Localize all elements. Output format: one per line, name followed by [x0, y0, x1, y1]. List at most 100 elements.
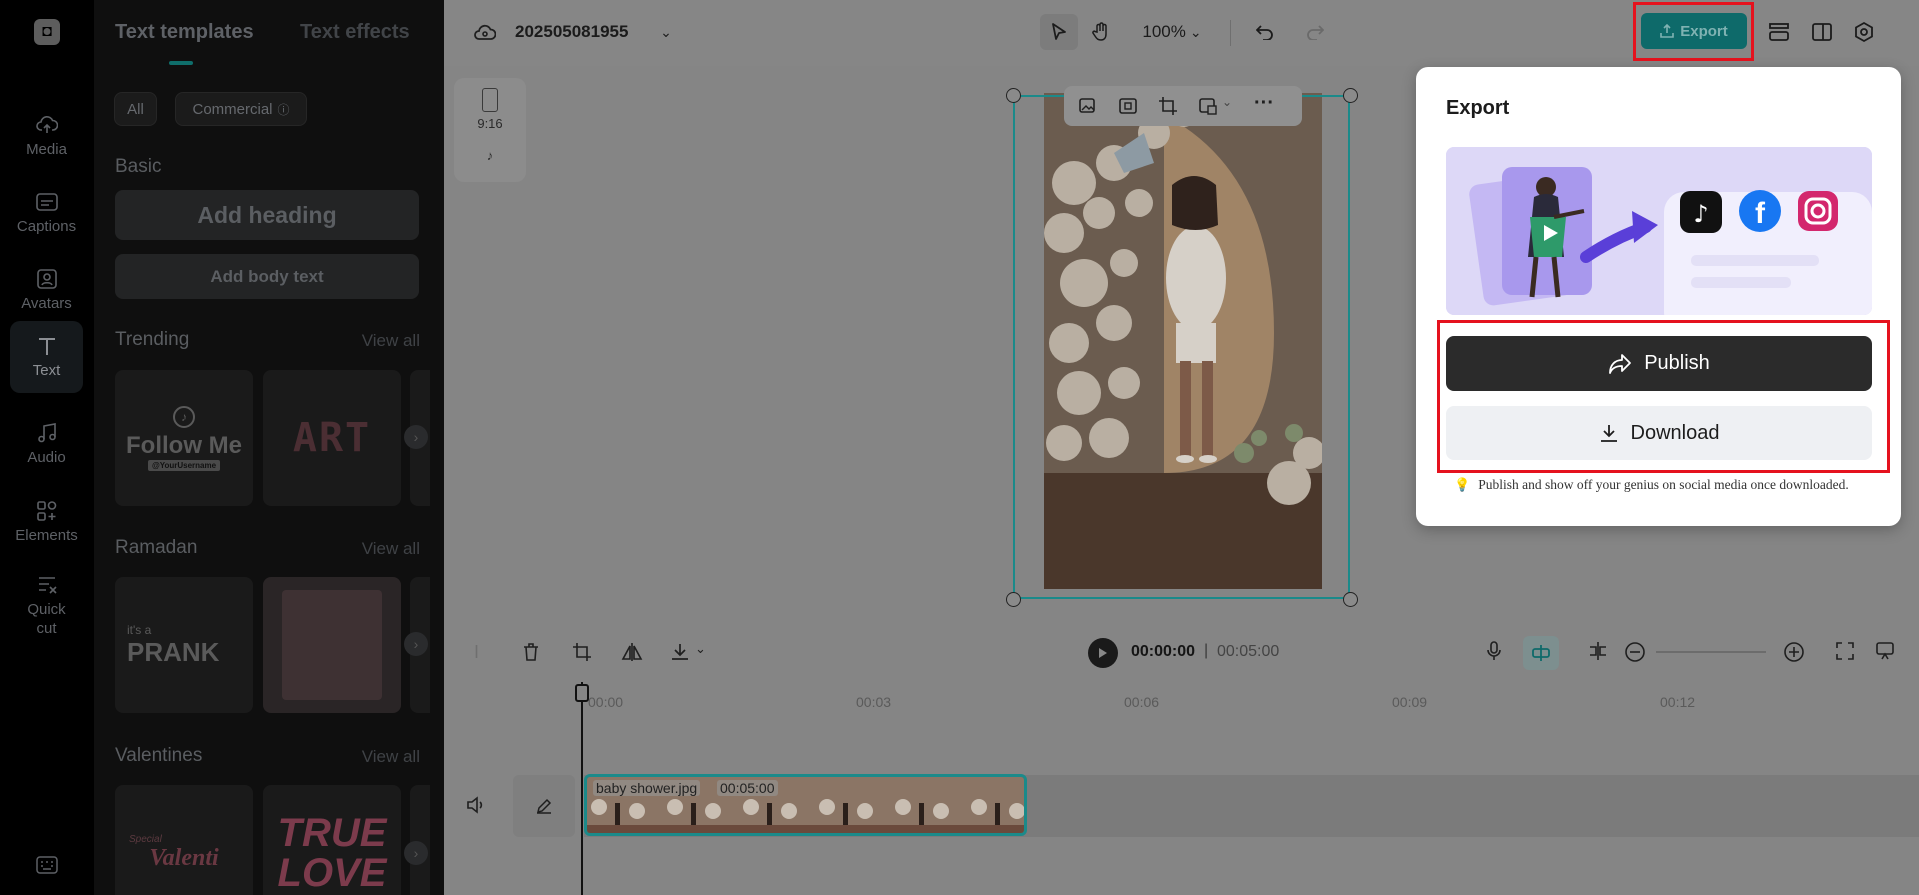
- template-card-prank[interactable]: it's a PRANK: [115, 577, 253, 713]
- phone-ratio-icon: [482, 88, 498, 112]
- trending-next-button[interactable]: ›: [404, 425, 428, 449]
- rail-item-captions[interactable]: Captions: [10, 177, 83, 249]
- rail-label-captions: Captions: [16, 218, 77, 235]
- elements-icon: [35, 499, 59, 523]
- template-text-valentine: Valenti: [149, 845, 219, 871]
- zoom-out-icon[interactable]: [1624, 641, 1646, 663]
- view-all-trending-link[interactable]: View all: [362, 331, 420, 351]
- playhead[interactable]: [581, 682, 583, 895]
- ramadan-next-button[interactable]: ›: [404, 632, 428, 656]
- export-button-highlight: [1633, 2, 1754, 61]
- microphone-icon[interactable]: [1486, 641, 1506, 663]
- publish-download-highlight: [1437, 320, 1890, 473]
- toolbar-divider: [1230, 20, 1231, 46]
- split-view-icon[interactable]: [1587, 641, 1609, 663]
- template-card-art[interactable]: ART: [263, 370, 401, 506]
- rail-label-audio: Audio: [27, 449, 66, 466]
- layers-button[interactable]: [1764, 16, 1794, 48]
- playhead-handle[interactable]: [575, 684, 589, 702]
- capcut-editor: ◘ Media Captions Avatars Text Audio Elem…: [0, 0, 1919, 895]
- aspect-ratio-panel[interactable]: 9:16 ♪: [454, 78, 526, 182]
- rail-item-elements[interactable]: Elements: [10, 486, 83, 558]
- pointer-icon: [1052, 23, 1066, 40]
- ratio-label: 9:16: [477, 116, 503, 131]
- download-clip-icon[interactable]: [670, 642, 692, 664]
- auto-snap-toggle[interactable]: [1523, 636, 1559, 670]
- add-heading-button[interactable]: Add heading: [115, 190, 419, 240]
- keyboard-shortcuts-icon[interactable]: [36, 856, 58, 874]
- add-body-text-button[interactable]: Add body text: [115, 254, 419, 299]
- settings-button[interactable]: [1849, 16, 1879, 48]
- export-promo-illustration: ♪ f: [1446, 147, 1872, 315]
- template-card-valentine[interactable]: Special Valenti: [115, 785, 253, 895]
- resize-handle-bottom-right[interactable]: [1343, 592, 1358, 607]
- crop-mask-icon[interactable]: [1118, 96, 1138, 116]
- rail-item-quick-cut[interactable]: Quick cut: [10, 565, 83, 645]
- filter-commercial-chip[interactable]: Commercial ⓘ: [175, 92, 307, 126]
- split-layout-button[interactable]: [1807, 16, 1837, 48]
- crop-icon[interactable]: [572, 642, 592, 664]
- template-card-partial-3: [410, 785, 430, 895]
- replace-image-icon[interactable]: [1078, 96, 1098, 116]
- play-button[interactable]: [1088, 638, 1118, 668]
- resize-handle-top-left[interactable]: [1006, 88, 1021, 103]
- clip-duration: 00:05:00: [717, 780, 778, 796]
- valentines-next-button[interactable]: ›: [404, 841, 428, 865]
- resize-handle-top-right[interactable]: [1343, 88, 1358, 103]
- app-logo-icon[interactable]: ◘: [34, 19, 60, 45]
- view-all-ramadan-link[interactable]: View all: [362, 539, 420, 559]
- template-card-true-love[interactable]: TRUE LOVE: [263, 785, 401, 895]
- ruler-tick-3: 00:03: [856, 694, 892, 710]
- chevron-down-icon[interactable]: ⌄: [1222, 95, 1232, 109]
- tab-text-effects[interactable]: Text effects: [300, 21, 410, 44]
- view-all-valentines-link[interactable]: View all: [362, 747, 420, 767]
- canvas-floating-toolbar: ⌄ ···: [1064, 86, 1302, 126]
- tab-text-templates[interactable]: Text templates: [115, 21, 254, 44]
- fullscreen-icon[interactable]: [1835, 641, 1857, 663]
- cloud-save-icon[interactable]: [473, 20, 497, 44]
- rail-item-audio[interactable]: Audio: [10, 408, 83, 480]
- play-icon: [1099, 648, 1107, 658]
- section-title-trending: Trending: [115, 329, 190, 350]
- resize-handle-bottom-left[interactable]: [1006, 592, 1021, 607]
- filter-all-chip[interactable]: All: [114, 92, 157, 126]
- layers-icon: [1769, 23, 1789, 41]
- select-tool-button[interactable]: [1040, 14, 1078, 50]
- split-cursor-icon[interactable]: I: [474, 642, 479, 663]
- flip-icon[interactable]: [621, 642, 643, 664]
- more-options-icon[interactable]: ···: [1254, 92, 1274, 115]
- ruler-tick-6: 00:06: [1124, 694, 1160, 710]
- track-edit-button[interactable]: [513, 775, 575, 837]
- redo-icon: [1307, 25, 1324, 40]
- template-card-door[interactable]: [263, 577, 401, 713]
- template-text-prank: PRANK: [127, 636, 220, 667]
- track-volume-icon[interactable]: [466, 796, 488, 816]
- rail-item-avatars[interactable]: Avatars: [10, 254, 83, 326]
- zoom-value: 100%: [1142, 22, 1186, 41]
- timeline-ruler[interactable]: [444, 682, 1919, 722]
- zoom-in-icon[interactable]: [1783, 641, 1805, 663]
- export-hint: 💡 Publish and show off your genius on so…: [1454, 477, 1849, 493]
- redo-button[interactable]: [1300, 16, 1330, 48]
- timeline-clip[interactable]: baby shower.jpg 00:05:00: [584, 774, 1027, 836]
- hand-tool-button[interactable]: [1084, 14, 1118, 50]
- crop-icon[interactable]: [1158, 96, 1178, 116]
- undo-button[interactable]: [1250, 16, 1280, 48]
- zoom-dropdown[interactable]: 100% ⌄: [1136, 14, 1208, 50]
- chevron-right-icon: ›: [413, 429, 419, 445]
- template-card-follow-me[interactable]: ♪ Follow Me @YourUsername: [115, 370, 253, 506]
- zoom-slider[interactable]: [1656, 651, 1766, 653]
- rail-item-media[interactable]: Media: [10, 100, 83, 172]
- preview-screen-icon[interactable]: [1875, 641, 1897, 663]
- rail-item-text[interactable]: Text: [10, 321, 83, 393]
- image-adjust-icon[interactable]: [1198, 96, 1218, 116]
- canvas-selection-box[interactable]: [1013, 95, 1350, 599]
- delete-icon[interactable]: [522, 642, 542, 664]
- current-time: 00:00:00: [1131, 643, 1196, 660]
- chevron-down-icon[interactable]: ⌄: [656, 20, 676, 44]
- project-name[interactable]: 202505081955: [515, 22, 628, 42]
- tiktok-icon: ♪: [486, 148, 494, 163]
- chevron-down-icon[interactable]: ⌄: [695, 641, 706, 657]
- avatar-icon: [35, 267, 59, 291]
- section-title-basic: Basic: [115, 156, 162, 177]
